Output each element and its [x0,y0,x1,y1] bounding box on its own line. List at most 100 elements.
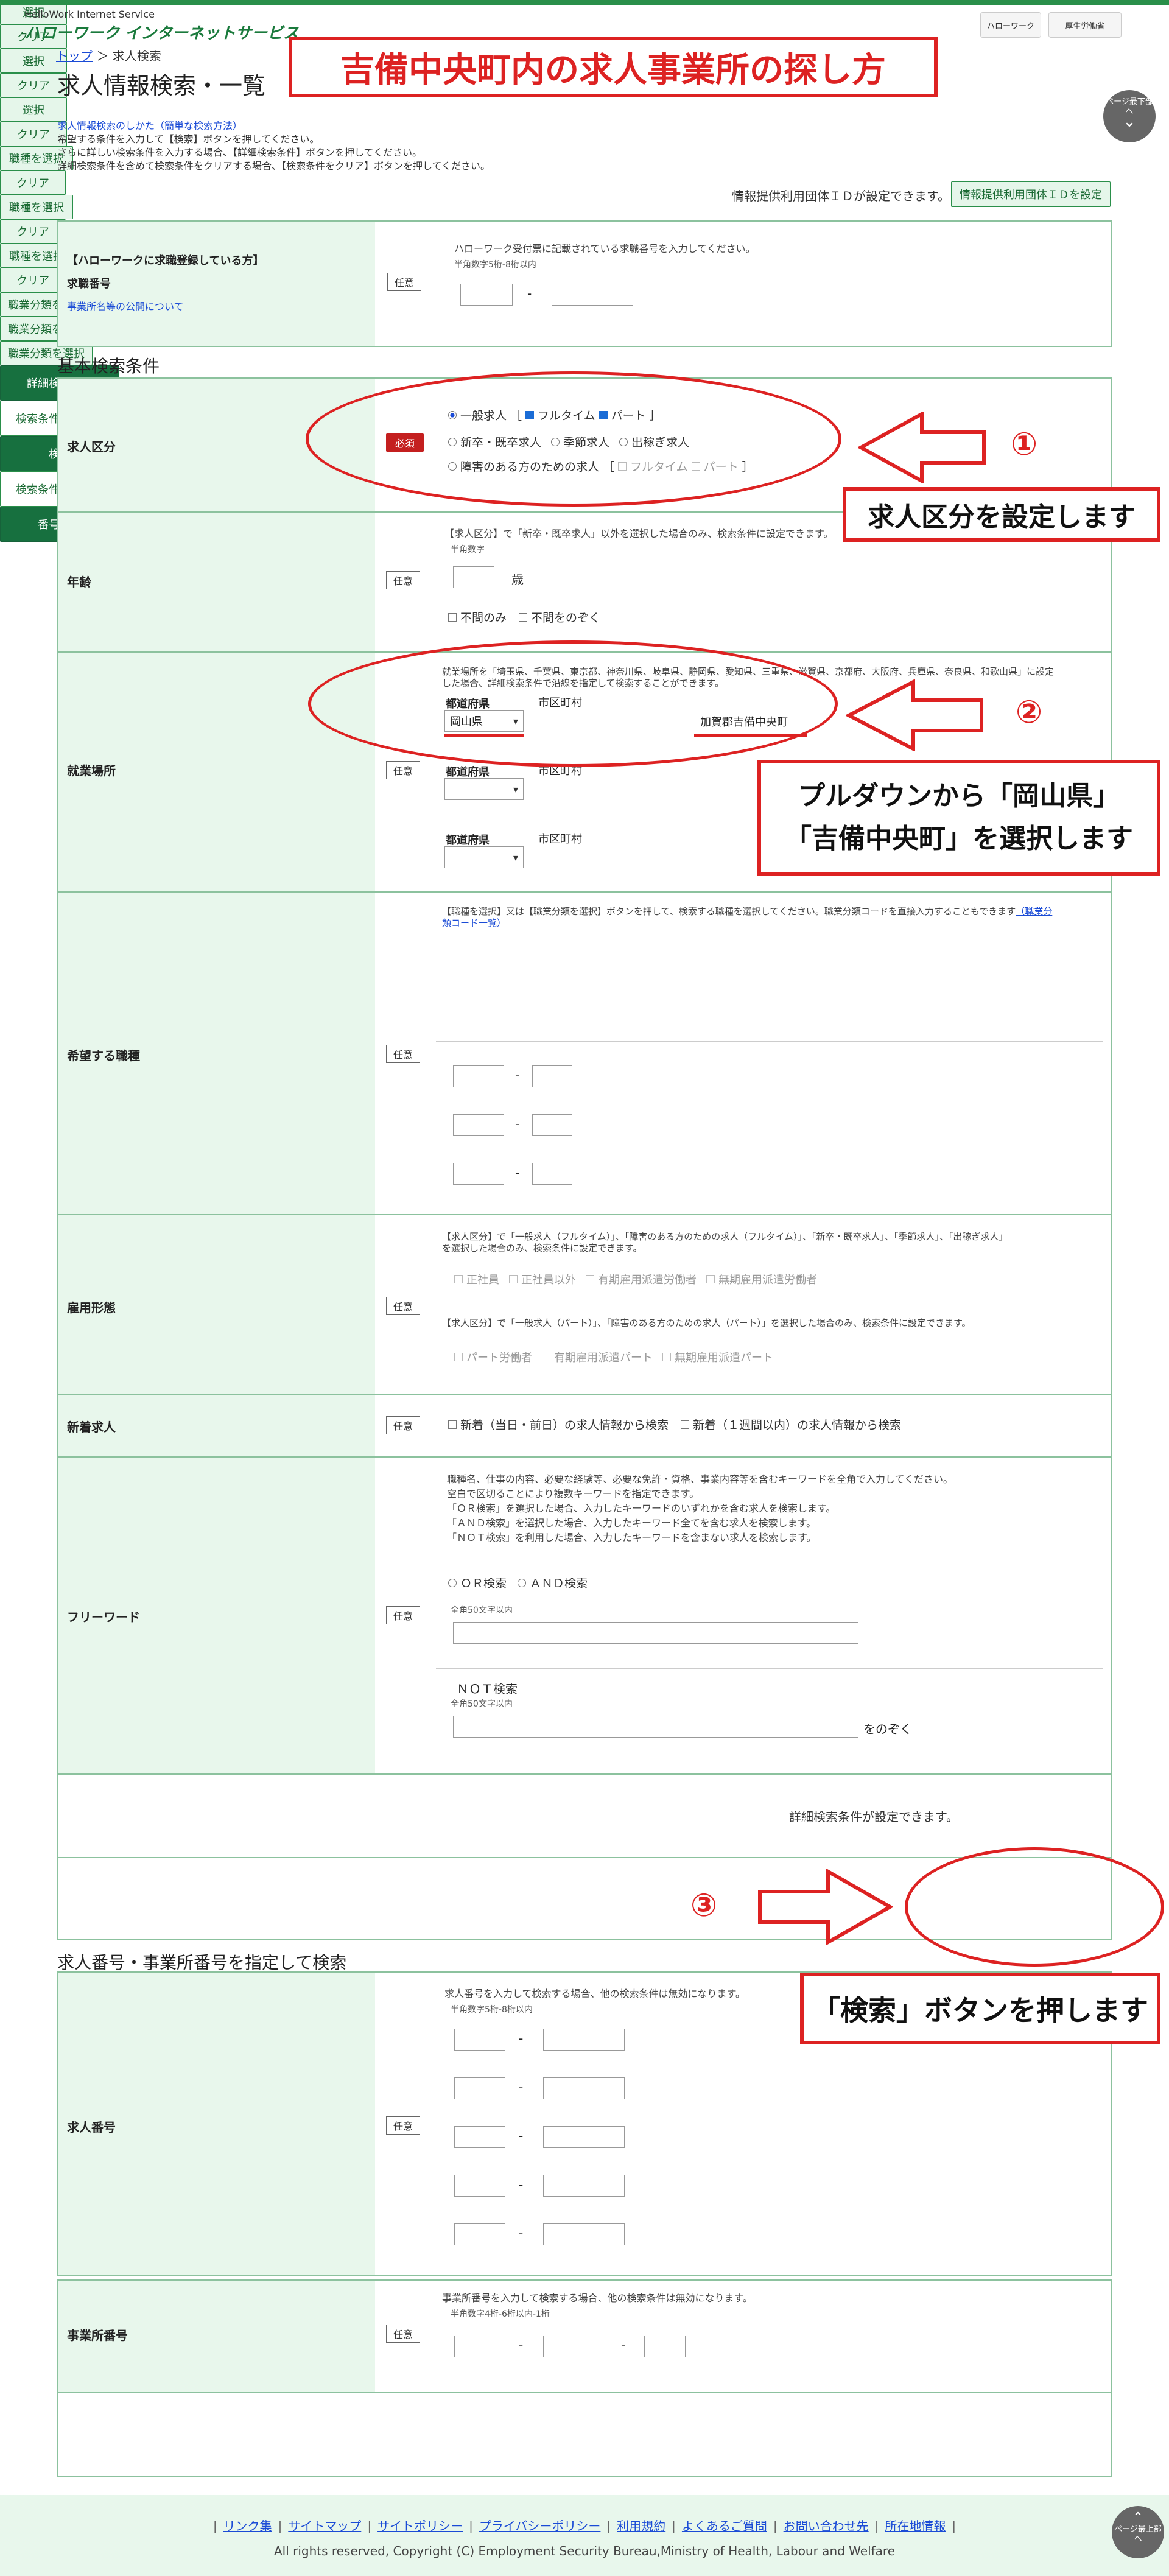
age-unit: 歳 [511,572,524,587]
footer-link-links[interactable]: リンク集 [223,2519,272,2533]
radio-and[interactable] [518,1578,527,1587]
dash: - [621,2338,626,2353]
kyujin-kubun-label: 求人区分 [67,440,116,454]
employment-note-1b: を選択した場合のみ、検索条件に設定できます。 [442,1243,642,1254]
annotation-text-3: 「検索」ボタンを押します [800,1973,1160,2044]
class-code-input-3a[interactable] [453,1163,504,1185]
info-provider-button[interactable]: 情報提供利用団体ＩＤを設定 [951,181,1111,207]
optional-tag: 任意 [386,2116,420,2135]
job-clear-button-3[interactable]: クリア [0,268,66,292]
page-top-label: ページ最上部へ [1114,2525,1162,2544]
part-worker-label: パート労働者 [466,1352,532,1364]
age-any-label: 不問のみ [460,611,507,625]
chevron-down-icon: ⌄ [1123,113,1136,131]
check-age-exclude[interactable] [519,612,528,622]
check-regular[interactable] [454,1275,463,1283]
footer-link-privacy[interactable]: プライバシーポリシー [479,2519,601,2533]
class-code-input-1a[interactable] [453,1065,504,1087]
check-part-worker[interactable] [454,1353,463,1361]
page-root: HelloWork Internet Service ハローワーク インターネッ… [0,0,1169,2576]
office-number-input-b[interactable] [543,2336,605,2357]
freeword-note-2: 空白で区切ることにより複数キーワードを指定できます。 [447,1488,700,1500]
page-bottom-button[interactable]: ページ最下部へ ⌄ [1103,90,1156,142]
page-top-button[interactable]: ⌃ ページ最上部へ [1112,2506,1164,2558]
office-number-input-a[interactable] [454,2336,505,2357]
pref-select-3[interactable] [444,846,524,868]
class-code-input-2b[interactable] [532,1114,572,1136]
class-code-input-2a[interactable] [453,1114,504,1136]
footer-link-terms[interactable]: 利用規約 [617,2519,665,2533]
howto-link[interactable]: 求人情報検索のしかた（簡単な検索方法） [57,119,490,133]
class-code-link[interactable]: （職業分 [1016,906,1052,917]
dash: - [519,2338,524,2353]
dash: - [515,1117,520,1131]
row-divider [58,1214,1111,1215]
age-exclude-label: 不問をのぞく [531,611,601,625]
intro-text: 求人情報検索のしかた（簡単な検索方法） 希望する条件を入力して【検索】ボタンを押… [57,119,490,173]
footer-link-faq[interactable]: よくあるご質問 [682,2519,767,2533]
check-indef-dispatch[interactable] [706,1275,715,1283]
job-clear-button-2[interactable]: クリア [0,219,66,244]
pref-select-2[interactable] [444,778,524,800]
city-select-button-3[interactable]: 選択 [0,97,67,122]
job-number-input-3a[interactable] [454,2126,505,2148]
optional-tag: 任意 [387,273,421,291]
age-input[interactable] [453,566,494,588]
arrow-right-icon [758,1869,893,1945]
not-limit: 全角50文字以内 [451,1699,513,1709]
top-strip [0,0,1169,5]
office-number-input-c[interactable] [644,2336,686,2357]
optional-tag: 任意 [386,1606,420,1624]
mhlw-logo[interactable]: 厚生労働省 [1048,12,1122,38]
part-options: パート労働者 有期雇用派遣パート 無期雇用派遣パート [454,1349,773,1365]
job-number-input-4a[interactable] [454,2175,505,2197]
age-note: 【求人区分】で「新卒・既卒求人」以外を選択した場合のみ、検索条件に設定できます。 [444,528,834,539]
seeker-number-first-input[interactable] [460,284,513,306]
check-new-today[interactable] [448,1420,457,1429]
class-code-input-3b[interactable] [532,1163,572,1185]
job-note: 【職種を選択】又は【職業分類を選択】ボタンを押して、検索する職種を選択してくださ… [442,906,1100,929]
job-select-button-2[interactable]: 職種を選択 [0,195,73,219]
check-part-indef[interactable] [662,1353,671,1361]
footer-link-sitemap[interactable]: サイトマップ [288,2519,361,2533]
freeword-note-3: 「ＯＲ検索」を選択した場合、入力したキーワードのいずれかを含む求人を検索します。 [447,1503,836,1514]
freeword-input[interactable] [453,1622,858,1644]
radio-or[interactable] [448,1578,457,1587]
annotation-ellipse-kubun [306,371,841,507]
check-new-week[interactable] [681,1420,690,1429]
job-clear-button-1[interactable]: クリア [0,170,66,195]
age-label: 年齢 [67,575,91,589]
class-code-input-1b[interactable] [532,1065,572,1087]
check-fixed-dispatch[interactable] [586,1275,594,1283]
job-number-input-3b[interactable] [543,2126,625,2148]
job-number-input-5b[interactable] [543,2223,625,2245]
footer-link-site-policy[interactable]: サイトポリシー [377,2519,463,2533]
job-number-input-2a[interactable] [454,2077,505,2099]
seeker-number-second-input[interactable] [552,284,633,306]
check-age-any[interactable] [448,612,457,622]
page-title: 求人情報検索・一覧 [57,72,266,99]
class-code-link-2[interactable]: 類コード一覧） [442,918,506,928]
freeword-note-4: 「ＡＮＤ検索」を選択した場合、入力したキーワード全てを含む求人を検索します。 [447,1517,816,1529]
job-note-text: 【職種を選択】又は【職業分類を選択】ボタンを押して、検索する職種を選択してくださ… [442,906,1016,917]
job-number-input-5a[interactable] [454,2223,505,2245]
annotation-text-2a: プルダウンから「岡山県」 [798,781,1120,812]
job-number-input-1a[interactable] [454,2029,505,2051]
job-number-input-1b[interactable] [543,2029,625,2051]
footer-link-contact[interactable]: お問い合わせ先 [784,2519,869,2533]
footer-link-locations[interactable]: 所在地情報 [885,2519,946,2533]
sep: | [773,2519,778,2533]
check-part-fixed[interactable] [542,1353,550,1361]
employment-options: 正社員 正社員以外 有期雇用派遣労働者 無期雇用派遣労働者 [454,1271,817,1287]
site-logo[interactable]: ハローワーク インターネットサービス [24,21,299,43]
breadcrumb-top-link[interactable]: トップ [56,49,93,63]
disclosure-link[interactable]: 事業所名等の公開について [67,298,184,313]
not-input[interactable] [453,1716,858,1738]
office-number-note: 事業所番号を入力して検索する場合、他の検索条件は無効になります。 [442,2292,753,2304]
check-nonregular[interactable] [509,1275,518,1283]
sep: | [469,2519,473,2533]
hellowork-badge[interactable]: ハローワーク [980,12,1041,38]
job-number-input-4b[interactable] [543,2175,625,2197]
job-number-input-2b[interactable] [543,2077,625,2099]
registered-note: ハローワーク受付票に記載されている求職番号を入力してください。 [454,243,756,254]
